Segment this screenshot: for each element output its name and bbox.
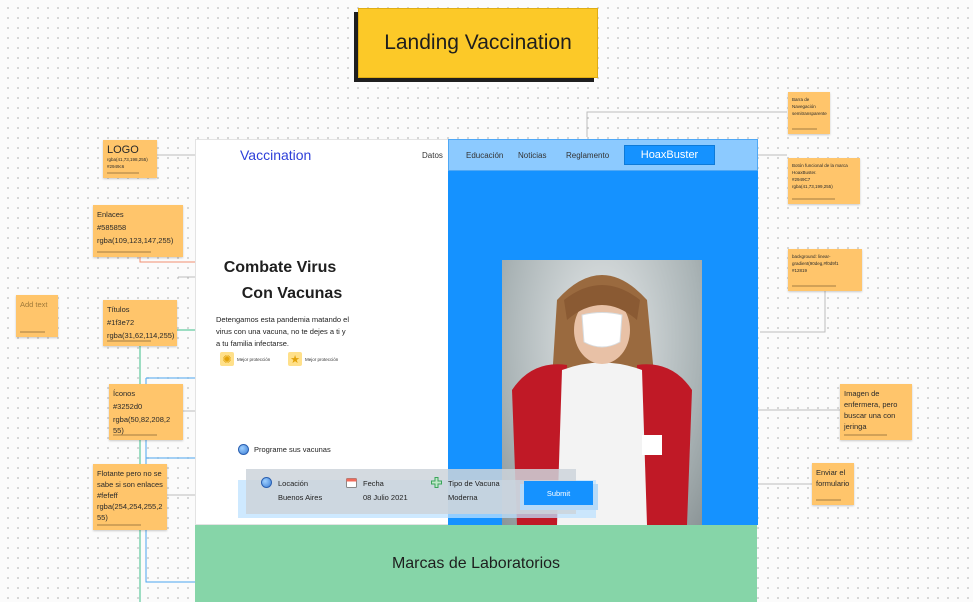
hero-description: Detengamos esta pandemia matando el viru…: [216, 315, 350, 348]
note-enviar[interactable]: Enviar el formulario: [812, 463, 854, 505]
note-line: rgba(109,123,147,255): [97, 236, 174, 245]
note-boton-hoaxbuster[interactable]: Botón funcional de la marca HoaxBuster. …: [788, 158, 860, 204]
date-label: Fecha: [363, 479, 384, 488]
location-field[interactable]: Buenos Aires: [278, 493, 322, 502]
submit-button[interactable]: Submit: [524, 481, 593, 505]
note-line: background: linear-: [792, 254, 831, 259]
connector-barra: [586, 111, 787, 137]
note-line: Enviar el: [816, 468, 846, 477]
note-line: rgba(254,254,255,2: [97, 502, 163, 511]
note-line: Barra de: [792, 97, 810, 102]
hero-title-line-1: Combate Virus: [223, 259, 337, 276]
board-title[interactable]: Landing Vaccination: [358, 8, 598, 78]
note-line: gradient(90deg,#f0d9f1: [792, 261, 839, 266]
note-line: buscar una con: [844, 411, 896, 420]
nav-link-educacion[interactable]: Educación: [466, 151, 503, 160]
note-line: Imagen de: [844, 389, 880, 398]
note-line: Títulos: [107, 305, 130, 314]
vaccine-type-field[interactable]: Moderna: [448, 493, 478, 502]
note-line: Íconos: [113, 389, 136, 398]
labs-title: Marcas de Laboratorios: [391, 554, 561, 572]
note-imagen[interactable]: Imagen de enfermera, pero buscar una con…: [840, 384, 912, 440]
hero-title: Combate Virus Con Vacunas: [200, 255, 360, 307]
note-line: #1f3e72: [107, 318, 135, 327]
note-logo-title: LOGO: [107, 144, 139, 156]
note-line: HoaxBuster.: [792, 170, 817, 175]
nav-link-datos[interactable]: Datos: [422, 151, 443, 160]
note-line: sabe si son enlaces: [97, 480, 163, 489]
date-field[interactable]: 08 Julio 2021: [363, 493, 408, 502]
note-logo[interactable]: LOGO rgba(41,73,198,255) #2949c6: [103, 140, 157, 178]
schedule-label: Programe sus vacunas: [254, 445, 331, 454]
note-line: #12819: [792, 268, 808, 273]
note-line: Navegación: [792, 104, 816, 109]
note-line: #2949c6: [107, 164, 125, 169]
note-line: #2949C7: [792, 177, 811, 182]
feature-label: Mejor protección: [237, 356, 271, 362]
globe-icon: [261, 477, 272, 488]
feature-item: ✺ Mejor protección: [220, 352, 270, 366]
note-line: Botón funcional de la marca: [792, 163, 848, 168]
hero-title-line-2: Con Vacunas: [241, 285, 343, 302]
note-line: 55): [97, 513, 108, 522]
note-line: enfermera, pero: [844, 400, 898, 409]
clock-icon: [238, 444, 249, 455]
note-line: rgba(50,82,208,2: [113, 415, 171, 424]
nav-link-reglamento[interactable]: Reglamento: [566, 151, 609, 160]
note-titulos[interactable]: Títulos #1f3e72 rgba(31,62,114,255): [103, 300, 177, 346]
note-line: semitransparente: [792, 111, 827, 116]
note-flotante[interactable]: Flotante pero no se sabe si son enlaces …: [93, 464, 167, 530]
hoaxbuster-button[interactable]: HoaxBuster: [624, 145, 715, 165]
note-enlaces[interactable]: Enlaces #585858 rgba(109,123,147,255): [93, 205, 183, 257]
note-line: Enlaces: [97, 210, 124, 219]
note-line: #3252d0: [113, 402, 143, 411]
note-line: Flotante pero no se: [97, 469, 162, 478]
star-badge-icon: ★: [288, 352, 302, 366]
note-line: rgba(41,73,198,255): [107, 157, 148, 162]
note-barra-navegacion[interactable]: Barra de Navegación semitransparente: [788, 92, 830, 134]
location-label: Locación: [278, 479, 309, 488]
note-line: formulario: [816, 479, 850, 488]
calendar-icon: [346, 478, 357, 488]
note-iconos[interactable]: Íconos #3252d0 rgba(50,82,208,2 55): [109, 384, 183, 440]
sun-badge-icon: ✺: [220, 352, 234, 366]
note-line: rgba(41,73,199,255): [792, 184, 833, 189]
logo[interactable]: Vaccination: [240, 147, 311, 163]
vaccine-type-label: Tipo de Vacuna: [448, 479, 500, 488]
note-line: #585858: [97, 223, 127, 232]
note-add-text[interactable]: Add text: [16, 295, 58, 337]
connector-background: [760, 290, 826, 333]
nav-link-noticias[interactable]: Noticias: [518, 151, 546, 160]
note-line: jeringa: [844, 422, 867, 431]
labs-section: Marcas de Laboratorios: [195, 525, 757, 602]
note-line: Add text: [20, 300, 48, 309]
note-background[interactable]: background: linear- gradient(90deg,#f0d9…: [788, 249, 862, 291]
schedule-heading: Programe sus vacunas: [238, 444, 331, 455]
note-line: #fefeff: [97, 491, 118, 500]
plus-icon: [431, 477, 442, 488]
feature-item: ★ Mejor protección: [288, 352, 338, 366]
feature-label: Mejor protección: [305, 356, 339, 362]
